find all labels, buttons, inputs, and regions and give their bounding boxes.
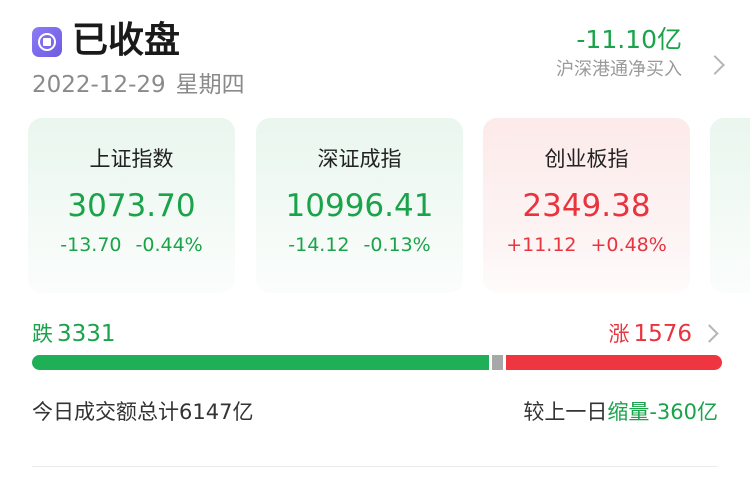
index-name: 创业板指 xyxy=(544,147,629,171)
market-status-title: 已收盘 xyxy=(72,20,181,61)
fall-label-text: 跌 xyxy=(32,322,53,346)
index-cards: 上证指数 3073.70 -13.70 -0.44% 深证成指 10996.41 … xyxy=(28,118,750,293)
chevron-right-icon[interactable] xyxy=(700,324,719,343)
market-header: 已收盘 2022-12-29 星期四 -11.10亿 沪深港通净买入 xyxy=(32,18,725,108)
market-breadth[interactable]: 跌 3331 涨 1576 xyxy=(32,318,722,378)
index-card-cyb[interactable]: 创业板指 2349.38 +11.12 +0.48% xyxy=(483,118,690,293)
index-value: 2349.38 xyxy=(522,188,651,224)
index-card-sz[interactable]: 深证成指 10996.41 -14.12 -0.13% xyxy=(256,118,463,293)
rise-label-text: 涨 xyxy=(608,322,630,346)
weekday-text: 星期四 xyxy=(175,72,245,98)
index-change: +11.12 +0.48% xyxy=(483,232,690,258)
turnover-compare-prefix: 较上一日 xyxy=(523,400,608,424)
index-change-pct: -0.13% xyxy=(363,234,431,256)
index-change: -14.12 -0.13% xyxy=(256,232,463,258)
rise-count-value: 1576 xyxy=(633,321,692,347)
fall-count-value: 3331 xyxy=(57,321,116,347)
turnover-summary: 今日成交额总计6147亿 较上一日缩量-360亿 xyxy=(32,396,718,430)
fall-count: 跌 3331 xyxy=(32,318,116,350)
index-change-pct: -0.44% xyxy=(135,234,203,256)
index-change-pct: +0.48% xyxy=(590,234,667,256)
trading-date: 2022-12-29 星期四 xyxy=(32,70,245,100)
index-card-sh[interactable]: 上证指数 3073.70 -13.70 -0.44% xyxy=(28,118,235,293)
breadth-bar-flat xyxy=(491,355,503,370)
index-change-abs: +11.12 xyxy=(506,234,577,256)
chevron-right-icon[interactable] xyxy=(705,55,725,75)
index-change: -13.70 -0.44% xyxy=(28,232,235,258)
index-change-abs: -13.70 xyxy=(60,234,122,256)
index-name: 上证指数 xyxy=(89,147,174,171)
date-text: 2022-12-29 xyxy=(32,72,166,98)
rise-count: 涨 1576 xyxy=(608,318,692,350)
market-closed-icon xyxy=(32,27,62,57)
turnover-compare: 较上一日缩量-360亿 xyxy=(523,396,718,428)
turnover-compare-change: 缩量-360亿 xyxy=(607,400,718,424)
index-change-abs: -14.12 xyxy=(288,234,350,256)
breadth-bar xyxy=(32,355,722,370)
index-card-next[interactable] xyxy=(710,118,750,293)
index-name: 深证成指 xyxy=(317,147,402,171)
index-value: 10996.41 xyxy=(285,188,434,224)
index-value: 3073.70 xyxy=(67,188,196,224)
northbound-flow[interactable]: -11.10亿 沪深港通净买入 xyxy=(556,24,682,82)
turnover-total: 今日成交额总计6147亿 xyxy=(32,400,254,424)
northbound-value: -11.10亿 xyxy=(576,25,682,54)
breadth-bar-fall xyxy=(32,355,489,370)
divider xyxy=(32,466,718,467)
breadth-bar-rise xyxy=(505,355,722,370)
northbound-label: 沪深港通净买入 xyxy=(556,59,682,80)
